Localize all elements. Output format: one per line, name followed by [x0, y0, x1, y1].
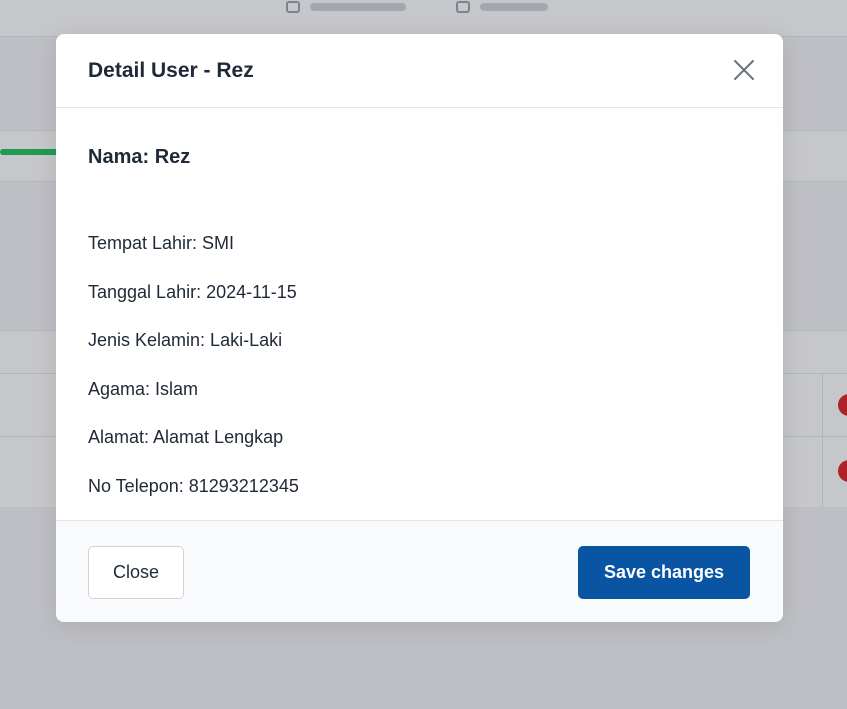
address-text: Alamat: Alamat Lengkap [88, 427, 284, 447]
close-icon[interactable] [732, 58, 756, 82]
birthdate-text: Tanggal Lahir: 2024-11-15 [88, 282, 297, 302]
religion-text: Agama: Islam [88, 379, 199, 399]
save-changes-button[interactable]: Save changes [578, 546, 750, 599]
close-button[interactable]: Close [88, 546, 184, 599]
gender-text: Jenis Kelamin: Laki-Laki [88, 330, 283, 350]
modal-title: Detail User - Rez [88, 59, 254, 82]
birthplace-text: Tempat Lahir: SMI [88, 233, 235, 253]
phone-text: No Telepon: 81293212345 [88, 476, 299, 496]
modal-footer: Close Save changes [56, 520, 783, 622]
user-name: Nama: Rez [88, 146, 191, 168]
modal-header: Detail User - Rez [56, 34, 783, 108]
user-detail-modal: Detail User - Rez Nama: Rez Tempat Lahir… [56, 34, 783, 622]
